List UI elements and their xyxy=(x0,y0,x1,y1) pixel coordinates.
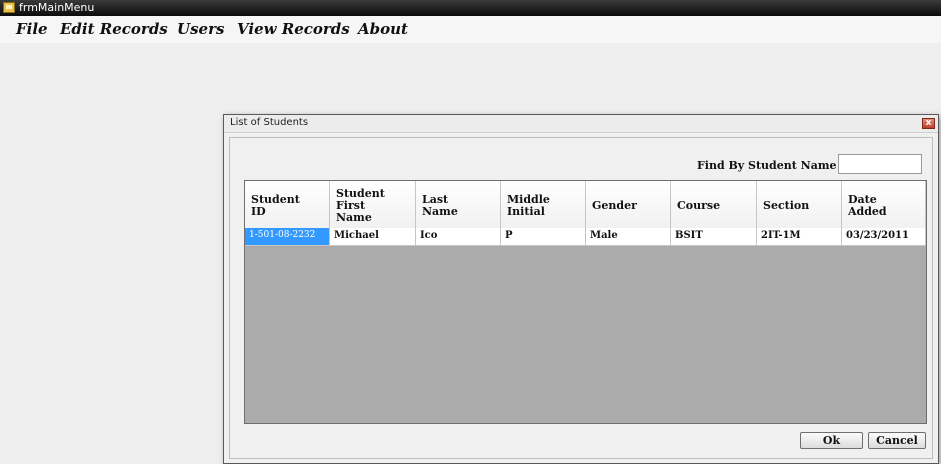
find-by-name-input[interactable] xyxy=(838,154,922,174)
column-header-gender[interactable]: Gender xyxy=(586,181,671,228)
menu-about[interactable]: About xyxy=(358,20,408,38)
menu-users[interactable]: Users xyxy=(177,20,224,38)
menu-edit-records[interactable]: Edit Records xyxy=(60,20,168,38)
cell-date-added[interactable]: 03/23/2011 xyxy=(842,228,926,245)
students-grid[interactable]: Student ID Student First Name Last Name Midd… xyxy=(244,180,927,424)
dialog-titlebar: List of Students x xyxy=(224,115,938,133)
column-header-middle-initial[interactable]: Middle Initial xyxy=(501,181,586,228)
cell-section[interactable]: 2IT-1M xyxy=(757,228,842,245)
column-header-course[interactable]: Course xyxy=(671,181,757,228)
main-window-titlebar: frmMainMenu xyxy=(0,0,941,16)
column-header-last-name[interactable]: Last Name xyxy=(416,181,501,228)
window-title: frmMainMenu xyxy=(19,1,95,14)
menu-bar: File Edit Records Users View Records Abo… xyxy=(0,16,941,43)
column-header-first-name[interactable]: Student First Name xyxy=(330,181,416,228)
find-by-name-label: Find By Student Name xyxy=(697,159,837,172)
table-row[interactable]: 1-501-08-2232 Michael Ico P Male BSIT 2I… xyxy=(245,228,926,246)
list-of-students-dialog: List of Students x Find By Student Name … xyxy=(223,114,939,464)
cell-middle-initial[interactable]: P xyxy=(501,228,586,245)
cell-last-name[interactable]: Ico xyxy=(416,228,501,245)
cancel-button[interactable]: Cancel xyxy=(868,432,926,449)
grid-header: Student ID Student First Name Last Name Midd… xyxy=(245,181,926,229)
column-header-student-id[interactable]: Student ID xyxy=(245,181,330,228)
column-header-date-added[interactable]: Date Added xyxy=(842,181,926,228)
cell-course[interactable]: BSIT xyxy=(671,228,757,245)
close-icon[interactable]: x xyxy=(922,118,935,129)
cell-first-name[interactable]: Michael xyxy=(330,228,416,245)
cell-gender[interactable]: Male xyxy=(586,228,671,245)
form-icon xyxy=(3,2,15,13)
ok-button[interactable]: Ok xyxy=(800,432,863,449)
menu-view-records[interactable]: View Records xyxy=(237,20,350,38)
dialog-title: List of Students xyxy=(230,117,309,128)
cell-student-id[interactable]: 1-501-08-2232 xyxy=(245,228,330,245)
menu-file[interactable]: File xyxy=(16,20,48,38)
column-header-section[interactable]: Section xyxy=(757,181,842,228)
